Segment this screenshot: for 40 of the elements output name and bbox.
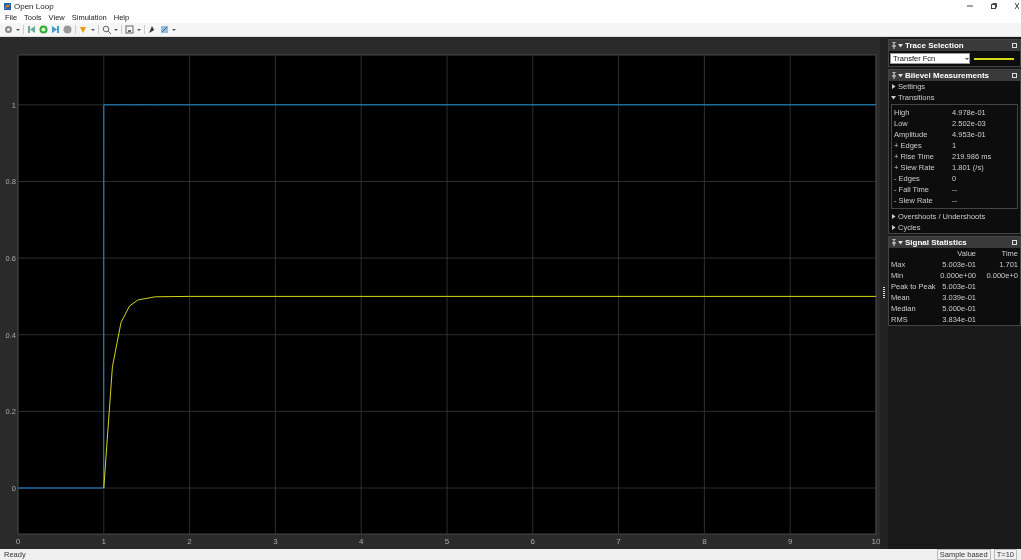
- cursor-icon[interactable]: [148, 25, 157, 34]
- pin-icon[interactable]: [892, 72, 896, 79]
- panel-title: Trace Selection: [905, 41, 965, 50]
- x-tick-label: 5: [444, 537, 450, 546]
- pin-icon[interactable]: [892, 42, 896, 49]
- collapsed-icon[interactable]: [891, 214, 896, 219]
- x-tick-label: 0: [15, 537, 21, 546]
- expanded-icon[interactable]: [891, 95, 896, 100]
- x-tick-label: 3: [273, 537, 278, 546]
- measure-icon[interactable]: [160, 25, 169, 34]
- undock-icon[interactable]: [1012, 240, 1017, 245]
- app-icon: [4, 2, 11, 10]
- zoom-icon[interactable]: [102, 25, 111, 34]
- x-tick-label: 10: [871, 537, 880, 546]
- collapsed-icon[interactable]: [891, 225, 896, 230]
- collapse-icon[interactable]: [898, 43, 903, 48]
- pin-icon[interactable]: [892, 239, 896, 246]
- undock-icon[interactable]: [1012, 73, 1017, 78]
- stop-icon[interactable]: [63, 25, 72, 34]
- splitter-handle[interactable]: [883, 287, 885, 299]
- close-icon[interactable]: [1015, 3, 1019, 9]
- x-tick-label: 1: [101, 537, 107, 546]
- step-forward-icon[interactable]: [51, 25, 60, 34]
- panel-title: Signal Statistics: [905, 238, 968, 247]
- window-title: Open Loop: [14, 1, 55, 11]
- x-tick-label: 2: [187, 537, 192, 546]
- settings-icon[interactable]: [4, 25, 13, 34]
- x-tick-label: 8: [702, 537, 707, 546]
- undock-icon[interactable]: [1012, 43, 1017, 48]
- collapsed-icon[interactable]: [891, 84, 896, 89]
- panel-title: Bilevel Measurements: [905, 71, 991, 80]
- collapse-icon[interactable]: [898, 73, 903, 78]
- restore-icon[interactable]: [991, 3, 997, 9]
- x-tick-label: 7: [616, 537, 621, 546]
- x-tick-label: 6: [530, 537, 536, 546]
- minimize-icon[interactable]: [967, 3, 973, 9]
- run-icon[interactable]: [39, 25, 48, 34]
- x-tick-label: 4: [358, 537, 364, 546]
- x-tick-label: 9: [787, 537, 793, 546]
- collapse-icon[interactable]: [898, 240, 903, 245]
